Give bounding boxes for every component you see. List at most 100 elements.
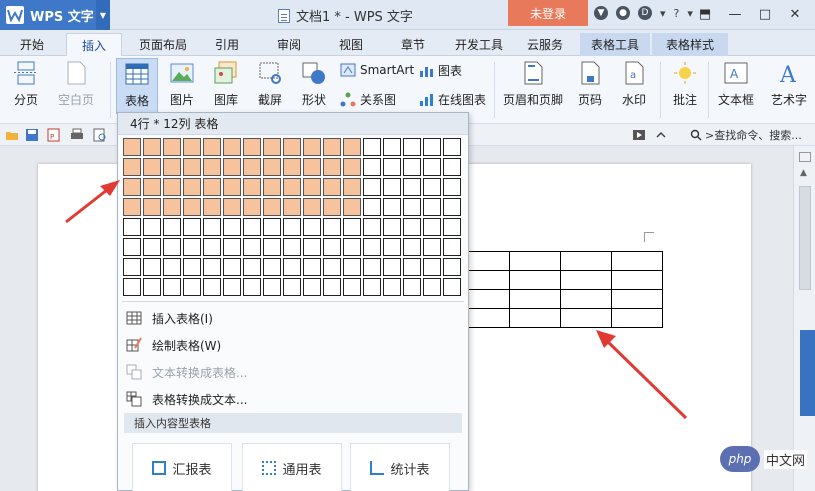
grid-cell[interactable] xyxy=(183,238,201,256)
command-search[interactable]: >查找命令、搜索... xyxy=(690,127,802,143)
open-folder-icon[interactable] xyxy=(5,128,19,142)
grid-cell[interactable] xyxy=(243,218,261,236)
grid-cell[interactable] xyxy=(403,138,421,156)
grid-cell-selected[interactable] xyxy=(243,198,261,216)
user-icon[interactable]: D xyxy=(638,6,652,20)
grid-cell[interactable] xyxy=(303,258,321,276)
grid-cell[interactable] xyxy=(423,258,441,276)
grid-cell[interactable] xyxy=(283,218,301,236)
grid-cell-selected[interactable] xyxy=(163,198,181,216)
gallery-button[interactable]: 图库 xyxy=(206,60,246,108)
grid-cell[interactable] xyxy=(143,258,161,276)
insert-table-menu-item[interactable]: 插入表格(I) xyxy=(126,307,462,329)
tab-references[interactable]: 引用 xyxy=(204,33,250,56)
side-panel-tab[interactable] xyxy=(800,330,815,416)
grid-cell[interactable] xyxy=(343,218,361,236)
vertical-scrollbar[interactable]: ▲ xyxy=(793,146,815,491)
grid-cell-selected[interactable] xyxy=(183,198,201,216)
grid-cell-selected[interactable] xyxy=(143,158,161,176)
grid-cell[interactable] xyxy=(423,198,441,216)
grid-cell[interactable] xyxy=(243,238,261,256)
app-menu-dropdown-icon[interactable]: ▼ xyxy=(96,0,110,30)
grid-cell[interactable] xyxy=(243,258,261,276)
grid-cell-selected[interactable] xyxy=(263,198,281,216)
grid-cell-selected[interactable] xyxy=(123,198,141,216)
table-cell[interactable] xyxy=(611,270,663,290)
grid-cell[interactable] xyxy=(363,258,381,276)
grid-cell-selected[interactable] xyxy=(143,178,161,196)
page-break-button[interactable]: 分页 xyxy=(6,60,46,108)
grid-cell[interactable] xyxy=(283,238,301,256)
table-size-grid[interactable] xyxy=(123,138,461,296)
document-table[interactable] xyxy=(458,251,663,328)
tab-table-tools[interactable]: 表格工具 xyxy=(580,33,650,56)
screenshot-button[interactable]: 截屏 xyxy=(250,60,290,108)
page-number-button[interactable]: 页码 xyxy=(570,60,610,108)
grid-cell-selected[interactable] xyxy=(203,178,221,196)
app-menu-button[interactable]: WPS 文字 ▼ xyxy=(0,0,110,30)
smartart-button[interactable]: SmartArt xyxy=(340,62,414,78)
grid-cell[interactable] xyxy=(443,198,461,216)
grid-cell[interactable] xyxy=(163,258,181,276)
grid-cell[interactable] xyxy=(143,218,161,236)
watermark-button[interactable]: a 水印 xyxy=(614,60,654,108)
grid-cell-selected[interactable] xyxy=(183,178,201,196)
grid-cell-selected[interactable] xyxy=(263,158,281,176)
grid-cell[interactable] xyxy=(323,258,341,276)
grid-cell[interactable] xyxy=(403,258,421,276)
header-footer-button[interactable]: 页眉和页脚 xyxy=(500,60,566,108)
grid-cell[interactable] xyxy=(443,258,461,276)
grid-cell[interactable] xyxy=(263,258,281,276)
grid-cell[interactable] xyxy=(443,138,461,156)
table-cell[interactable] xyxy=(560,289,612,309)
minimize-icon[interactable]: — xyxy=(720,2,750,26)
grid-cell[interactable] xyxy=(183,218,201,236)
grid-cell[interactable] xyxy=(223,258,241,276)
table-cell[interactable] xyxy=(611,289,663,309)
online-chart-button[interactable]: 在线图表 xyxy=(418,91,486,108)
grid-cell-selected[interactable] xyxy=(123,138,141,156)
grid-cell[interactable] xyxy=(383,258,401,276)
export-pdf-icon[interactable]: P xyxy=(47,128,61,142)
tab-page-layout[interactable]: 页面布局 xyxy=(130,33,196,56)
grid-cell[interactable] xyxy=(123,278,141,296)
grid-cell[interactable] xyxy=(343,258,361,276)
grid-cell[interactable] xyxy=(243,278,261,296)
restore-ribbon-icon[interactable]: ⬒ xyxy=(690,2,720,26)
tab-home[interactable]: 开始 xyxy=(8,33,56,56)
dropdown-icon[interactable]: ▾ xyxy=(660,7,666,20)
grid-cell-selected[interactable] xyxy=(303,158,321,176)
grid-cell-selected[interactable] xyxy=(343,138,361,156)
grid-cell-selected[interactable] xyxy=(163,138,181,156)
template-statistics-table[interactable]: 统计表 xyxy=(350,443,450,491)
grid-cell[interactable] xyxy=(303,218,321,236)
grid-cell[interactable] xyxy=(443,218,461,236)
grid-cell[interactable] xyxy=(323,238,341,256)
grid-cell[interactable] xyxy=(363,278,381,296)
save-icon[interactable] xyxy=(25,128,39,142)
shape-button[interactable]: 形状 xyxy=(294,60,334,108)
grid-cell[interactable] xyxy=(443,178,461,196)
grid-cell[interactable] xyxy=(123,238,141,256)
login-button[interactable]: 未登录 xyxy=(508,0,588,26)
print-icon[interactable] xyxy=(70,128,84,142)
grid-cell-selected[interactable] xyxy=(143,138,161,156)
skin-icon[interactable]: ▼ xyxy=(594,6,608,20)
maximize-icon[interactable]: □ xyxy=(750,2,780,26)
scroll-up-icon[interactable]: ▲ xyxy=(800,168,807,178)
wordart-button[interactable]: A 艺术字 xyxy=(766,60,812,108)
grid-cell[interactable] xyxy=(323,218,341,236)
grid-cell-selected[interactable] xyxy=(163,178,181,196)
table-cell[interactable] xyxy=(509,270,561,290)
help-icon[interactable]: ? xyxy=(674,7,680,20)
grid-cell[interactable] xyxy=(383,278,401,296)
grid-cell[interactable] xyxy=(403,178,421,196)
grid-cell-selected[interactable] xyxy=(323,178,341,196)
text-to-table-menu-item[interactable]: 文本转换成表格... xyxy=(126,361,462,383)
blank-page-button[interactable]: 空白页 xyxy=(50,60,102,108)
grid-cell-selected[interactable] xyxy=(343,178,361,196)
grid-cell[interactable] xyxy=(223,238,241,256)
grid-cell[interactable] xyxy=(123,218,141,236)
grid-cell[interactable] xyxy=(443,158,461,176)
grid-cell-selected[interactable] xyxy=(143,198,161,216)
